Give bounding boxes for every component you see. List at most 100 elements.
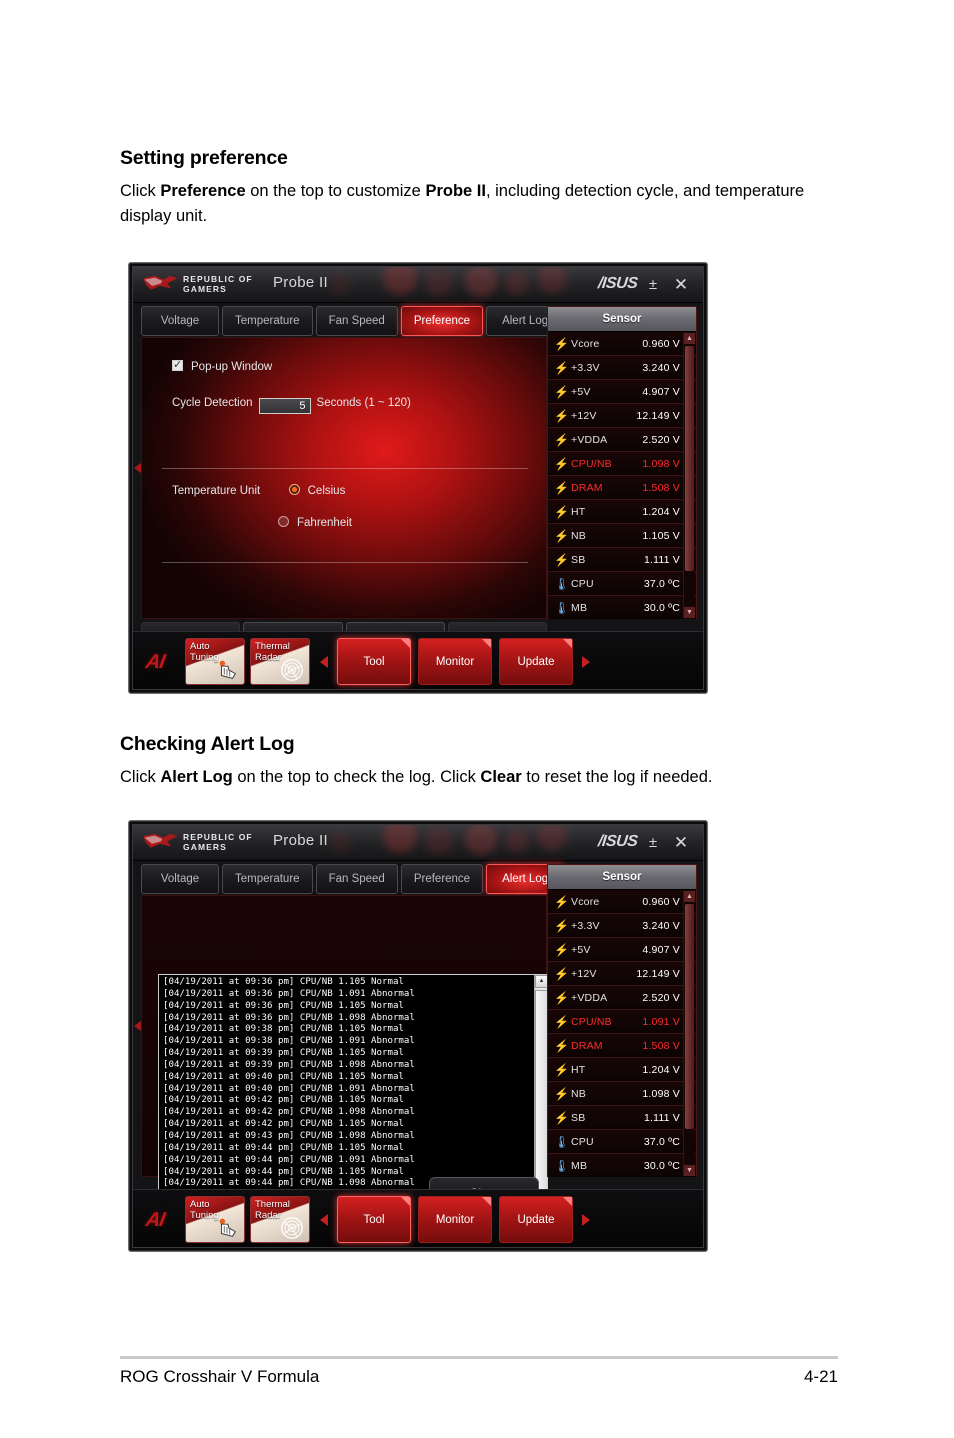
sensor-row--3-3v[interactable]: ⚡ +3.3V 3.240 V [548, 914, 696, 938]
popup-window-label: Pop-up Window [191, 361, 273, 373]
tab-preference[interactable]: Preference [400, 306, 484, 336]
sensor-row--3-3v[interactable]: ⚡ +3.3V 3.240 V [548, 356, 696, 380]
radio-celsius-selected-icon[interactable] [288, 484, 300, 495]
nav-monitor-button[interactable]: Monitor [418, 1196, 492, 1243]
sensor-row-sb[interactable]: ⚡ SB 1.111 V [548, 548, 696, 572]
sensor-row-mb[interactable]: 🌡 MB 30.0 ºC [548, 1154, 696, 1177]
sensor-row--5v[interactable]: ⚡ +5V 4.907 V [548, 938, 696, 962]
sensor-row-vcore[interactable]: ⚡ Vcore 0.960 V [548, 332, 696, 356]
tile-auto-tuning[interactable]: Auto Tuning [185, 1196, 245, 1243]
sensor-row--12v[interactable]: ⚡ +12V 12.149 V [548, 962, 696, 986]
sensor-list[interactable]: ⚡ Vcore 0.960 V ⚡ +3.3V 3.240 V ⚡ +5V 4.907 V ⚡ +1… [548, 332, 696, 619]
sensor-name: SB [571, 553, 586, 566]
nav-update-button[interactable]: Update [499, 1196, 573, 1243]
close-button[interactable]: ✕ [671, 833, 691, 853]
tab-voltage[interactable]: Voltage [141, 864, 219, 894]
tab-preference[interactable]: Preference [400, 864, 484, 894]
sensor-list[interactable]: ⚡ Vcore 0.960 V ⚡ +3.3V 3.240 V ⚡ +5V 4.907 V ⚡ +1… [548, 890, 696, 1177]
sensor-row-mb[interactable]: 🌡 MB 30.0 ºC [548, 596, 696, 619]
sensor-row-nb[interactable]: ⚡ NB 1.105 V [548, 524, 696, 548]
probe2-window-alertlog[interactable]: REPUBLIC OF GAMERS Probe II /ISUS ± ✕ Vo… [128, 820, 708, 1252]
tabbar: Voltage Temperature Fan Speed Preference… [141, 864, 565, 894]
asus-logo: /ISUS [596, 275, 638, 292]
temp-icon: 🌡 [554, 1158, 570, 1173]
volt-icon: ⚡ [554, 1038, 569, 1053]
tile-thermal-radar[interactable]: Thermal Radar [250, 638, 310, 685]
tab-voltage[interactable]: Voltage [141, 306, 219, 336]
nav-update-button[interactable]: Update [499, 638, 573, 685]
bokeh-decor [383, 825, 417, 853]
probe2-window-inner: REPUBLIC OF GAMERS Probe II /ISUS ± ✕ Vo… [132, 266, 704, 690]
tab-fan-speed[interactable]: Fan Speed [315, 864, 398, 894]
ai-suite-bar: AI Auto Tuning Thermal Radar Tool Monitor … [133, 1189, 703, 1247]
nav-tool-button[interactable]: Tool [337, 1196, 411, 1243]
sensor-row-dram[interactable]: ⚡ DRAM 1.508 V [548, 1034, 696, 1058]
sensor-scrollbar[interactable]: ▲ ▼ [683, 891, 695, 1176]
tab-temperature[interactable]: Temperature [222, 864, 313, 894]
nav-prev-arrow-icon[interactable] [320, 656, 328, 668]
fahrenheit-row[interactable]: Fahrenheit [278, 516, 352, 529]
sensor-row-nb[interactable]: ⚡ NB 1.098 V [548, 1082, 696, 1106]
panel-left-arrow-icon[interactable] [134, 463, 141, 473]
sensor-name: DRAM [571, 481, 603, 494]
nav-next-arrow-icon[interactable] [582, 1214, 590, 1226]
rog-brand-text: REPUBLIC OF GAMERS [183, 832, 253, 852]
sensor-row-dram[interactable]: ⚡ DRAM 1.508 V [548, 476, 696, 500]
probe2-window-preference[interactable]: REPUBLIC OF GAMERS Probe II /ISUS ± ✕ Vo… [128, 262, 708, 694]
sensor-name: +5V [571, 943, 591, 956]
close-button[interactable]: ✕ [671, 275, 691, 295]
nav-next-arrow-icon[interactable] [582, 656, 590, 668]
volt-icon: ⚡ [554, 384, 569, 399]
sensor-row--5v[interactable]: ⚡ +5V 4.907 V [548, 380, 696, 404]
sensor-row-vcore[interactable]: ⚡ Vcore 0.960 V [548, 890, 696, 914]
sensor-row-ht[interactable]: ⚡ HT 1.204 V [548, 1058, 696, 1082]
popup-window-checkbox-row[interactable]: Pop-up Window [172, 358, 273, 373]
minimize-button[interactable]: ± [643, 275, 663, 295]
tile-auto-tuning[interactable]: Auto Tuning [185, 638, 245, 685]
rog-brand-line2: GAMERS [183, 842, 227, 852]
sensor-row-ht[interactable]: ⚡ HT 1.204 V [548, 500, 696, 524]
bokeh-decor [537, 825, 567, 851]
sensor-row-cpu[interactable]: 🌡 CPU 37.0 ºC [548, 572, 696, 596]
sensor-row-sb[interactable]: ⚡ SB 1.111 V [548, 1106, 696, 1130]
rog-brand-line2: GAMERS [183, 284, 227, 294]
sensor-row-cpu-nb[interactable]: ⚡ CPU/NB 1.098 V [548, 452, 696, 476]
alert-log-entry: [04/19/2011 at 09:40 pm] CPU/NB 1.091 Ab… [163, 1083, 415, 1094]
tile-thermal-radar[interactable]: Thermal Radar [250, 1196, 310, 1243]
sensor-scroll-up-icon[interactable]: ▲ [684, 891, 695, 902]
tab-fan-speed[interactable]: Fan Speed [315, 306, 398, 336]
bokeh-decor [383, 267, 417, 295]
bokeh-decor [505, 829, 529, 853]
volt-icon: ⚡ [554, 1110, 569, 1125]
checkbox-checked-icon[interactable] [172, 358, 183, 371]
sensor-row-cpu[interactable]: 🌡 CPU 37.0 ºC [548, 1130, 696, 1154]
sensor-scroll-thumb[interactable] [685, 904, 694, 1129]
preference-panel: Pop-up Window Cycle Detection 5 Seconds (1… [141, 337, 547, 619]
nav-tool-button[interactable]: Tool [337, 638, 411, 685]
sensor-panel-title: Sensor [548, 307, 696, 332]
nav-monitor-button[interactable]: Monitor [418, 638, 492, 685]
radio-fahrenheit-icon[interactable] [278, 516, 289, 527]
radar-fan-icon [281, 1217, 303, 1239]
sensor-row--12v[interactable]: ⚡ +12V 12.149 V [548, 404, 696, 428]
alert-log-entry: [04/19/2011 at 09:38 pm] CPU/NB 1.105 No… [163, 1024, 404, 1035]
sensor-scroll-thumb[interactable] [685, 346, 694, 571]
bokeh-decor [505, 271, 529, 295]
tab-temperature[interactable]: Temperature [222, 306, 313, 336]
panel-left-arrow-icon[interactable] [134, 1021, 141, 1031]
sensor-scroll-down-icon[interactable]: ▼ [684, 607, 695, 618]
sensor-name: +VDDA [571, 433, 608, 446]
nav-prev-arrow-icon[interactable] [320, 1214, 328, 1226]
minimize-button[interactable]: ± [643, 833, 663, 853]
sensor-value: 1.508 V [642, 481, 680, 494]
sensor-row--vdda[interactable]: ⚡ +VDDA 2.520 V [548, 428, 696, 452]
alert-log-entry: [04/19/2011 at 09:42 pm] CPU/NB 1.105 No… [163, 1095, 404, 1106]
sensor-scroll-up-icon[interactable]: ▲ [684, 333, 695, 344]
cycle-detection-input[interactable]: 5 [258, 398, 311, 414]
section-setting-preference: Setting preference Click Preference on t… [120, 147, 844, 229]
rog-brand-line1: REPUBLIC OF [183, 832, 253, 842]
sensor-scrollbar[interactable]: ▲ ▼ [683, 333, 695, 618]
sensor-row--vdda[interactable]: ⚡ +VDDA 2.520 V [548, 986, 696, 1010]
sensor-row-cpu-nb[interactable]: ⚡ CPU/NB 1.091 V [548, 1010, 696, 1034]
sensor-scroll-down-icon[interactable]: ▼ [684, 1165, 695, 1176]
